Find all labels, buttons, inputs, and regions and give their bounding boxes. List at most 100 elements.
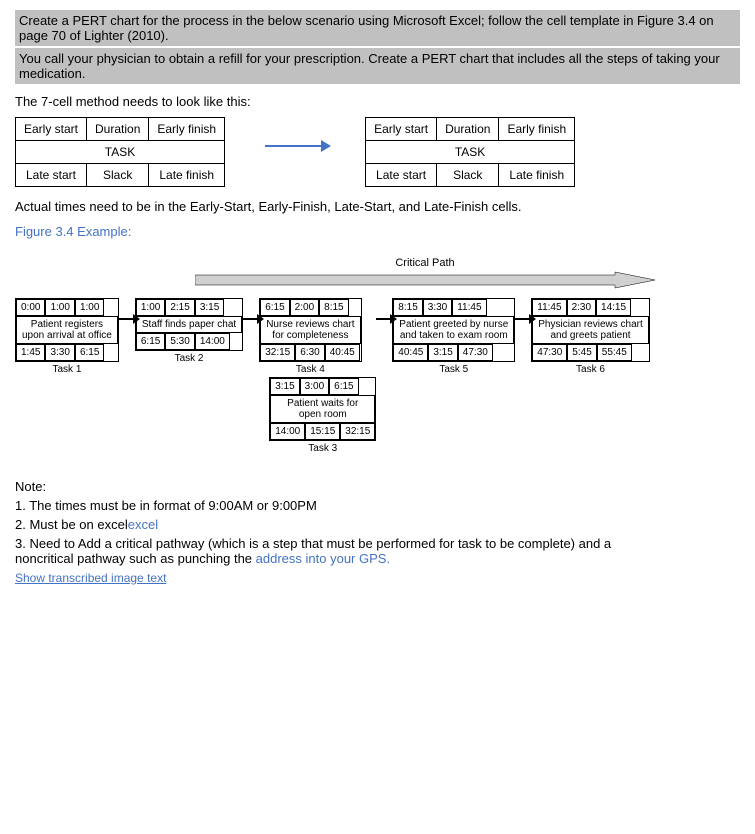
task4-ls: 32:15 bbox=[260, 344, 295, 361]
task2-es: 1:00 bbox=[136, 299, 165, 316]
show-transcribed-link[interactable]: Show transcribed image text bbox=[15, 571, 166, 585]
right-slack: Slack bbox=[437, 164, 499, 187]
right-task-label: TASK bbox=[366, 141, 575, 164]
task3-ef: 6:15 bbox=[329, 378, 358, 395]
task1-slack: 3:30 bbox=[45, 344, 74, 361]
left-early-finish: Early finish bbox=[149, 118, 225, 141]
note-1: 1. The times must be in format of 9:00AM… bbox=[15, 498, 740, 513]
task3-name: Patient waits foropen room bbox=[270, 395, 375, 423]
task2-ls: 6:15 bbox=[136, 333, 165, 350]
task2-lf: 14:00 bbox=[195, 333, 230, 350]
task6-lf: 55:45 bbox=[597, 344, 632, 361]
task3-lf: 32:15 bbox=[340, 423, 375, 440]
task1-block: 0:00 1:00 1:00 Patient registersupon arr… bbox=[15, 298, 119, 375]
critical-path-arrow-svg bbox=[195, 271, 655, 289]
task3-ls: 14:00 bbox=[270, 423, 305, 440]
arrow4 bbox=[376, 318, 392, 320]
task5-es: 8:15 bbox=[393, 299, 422, 316]
task3-slack: 15:15 bbox=[305, 423, 340, 440]
task1-dur: 1:00 bbox=[45, 299, 74, 316]
task3-branch: 3:15 3:00 6:15 Patient waits foropen roo… bbox=[269, 377, 376, 454]
right-late-finish: Late finish bbox=[499, 164, 575, 187]
left-duration: Duration bbox=[87, 118, 149, 141]
task6-ef: 14:15 bbox=[596, 299, 631, 316]
task6-block: 11:45 2:30 14:15 Physician reviews chart… bbox=[531, 298, 649, 375]
right-late-start: Late start bbox=[366, 164, 437, 187]
arrow1 bbox=[119, 318, 135, 320]
task4-task3-group: 6:15 2:00 8:15 Nurse reviews chartfor co… bbox=[259, 298, 376, 454]
figure-label: Figure 3.4 Example: bbox=[15, 224, 740, 239]
task5-ls: 40:45 bbox=[393, 344, 428, 361]
arrow-line bbox=[265, 145, 325, 147]
arrow1-line bbox=[119, 318, 135, 320]
task5-ef: 11:45 bbox=[452, 299, 486, 316]
task1-name: Patient registersupon arrival at office bbox=[16, 316, 118, 344]
pert-arrow bbox=[265, 145, 325, 147]
task4-block: 6:15 2:00 8:15 Nurse reviews chartfor co… bbox=[259, 298, 361, 375]
left-late-start: Late start bbox=[16, 164, 87, 187]
method-title: The 7-cell method needs to look like thi… bbox=[15, 94, 740, 109]
task5-slack: 3:15 bbox=[428, 344, 457, 361]
note-3: 3. Need to Add a critical pathway (which… bbox=[15, 536, 740, 566]
task6-slack: 5:45 bbox=[567, 344, 596, 361]
task2-cells: 1:00 2:15 3:15 Staff finds paper chat 6:… bbox=[135, 298, 243, 351]
right-pert-table: Early start Duration Early finish TASK L… bbox=[365, 117, 575, 187]
notes-section: Note: 1. The times must be in format of … bbox=[15, 479, 740, 585]
task5-lf: 47:30 bbox=[458, 344, 493, 361]
right-early-start: Early start bbox=[366, 118, 437, 141]
task1-cells: 0:00 1:00 1:00 Patient registersupon arr… bbox=[15, 298, 119, 362]
task5-label: Task 5 bbox=[439, 364, 468, 375]
task2-name: Staff finds paper chat bbox=[136, 316, 242, 333]
pert-template-container: Early start Duration Early finish TASK L… bbox=[15, 117, 740, 187]
task6-cells: 11:45 2:30 14:15 Physician reviews chart… bbox=[531, 298, 649, 362]
task2-block: 1:00 2:15 3:15 Staff finds paper chat 6:… bbox=[135, 298, 243, 364]
left-early-start: Early start bbox=[16, 118, 87, 141]
task5-cells: 8:15 3:30 11:45 Patient greeted by nurse… bbox=[392, 298, 515, 362]
task2-slack: 5:30 bbox=[165, 333, 194, 350]
task3-cells: 3:15 3:00 6:15 Patient waits foropen roo… bbox=[269, 377, 376, 441]
arrow2-branch bbox=[243, 318, 259, 320]
note-2: 2. Must be on excelexcel bbox=[15, 517, 740, 532]
task2-label: Task 2 bbox=[175, 353, 204, 364]
task1-label: Task 1 bbox=[52, 364, 81, 375]
right-early-finish: Early finish bbox=[499, 118, 575, 141]
instruction-line1: Create a PERT chart for the process in t… bbox=[15, 10, 740, 46]
left-pert-table: Early start Duration Early finish TASK L… bbox=[15, 117, 225, 187]
task4-ef: 8:15 bbox=[319, 299, 348, 316]
task4-label: Task 4 bbox=[296, 364, 325, 375]
right-duration: Duration bbox=[437, 118, 499, 141]
task5-block: 8:15 3:30 11:45 Patient greeted by nurse… bbox=[392, 298, 515, 375]
arrow5 bbox=[515, 318, 531, 320]
task4-lf: 40:45 bbox=[325, 344, 360, 361]
task6-label: Task 6 bbox=[576, 364, 605, 375]
critical-path-label: Critical Path bbox=[195, 257, 655, 269]
task4-cells: 6:15 2:00 8:15 Nurse reviews chartfor co… bbox=[259, 298, 361, 362]
left-late-finish: Late finish bbox=[149, 164, 225, 187]
task3-label: Task 3 bbox=[308, 443, 337, 454]
pert-chart-area: Critical Path 0:00 1:00 1:00 Patient reg… bbox=[15, 247, 740, 464]
task4-dur: 2:00 bbox=[290, 299, 319, 316]
task1-ef: 1:00 bbox=[75, 299, 104, 316]
task6-es: 11:45 bbox=[532, 299, 566, 316]
task3-dur: 3:00 bbox=[300, 378, 329, 395]
task5-name: Patient greeted by nurseand taken to exa… bbox=[393, 316, 514, 344]
task4-name: Nurse reviews chartfor completeness bbox=[260, 316, 360, 344]
task1-lf: 6:15 bbox=[75, 344, 104, 361]
task3-block: 3:15 3:00 6:15 Patient waits foropen roo… bbox=[269, 377, 376, 454]
task4-es: 6:15 bbox=[260, 299, 289, 316]
task5-dur: 3:30 bbox=[423, 299, 452, 316]
arrow2-line bbox=[243, 318, 259, 320]
arrow4-line bbox=[376, 318, 392, 320]
task6-ls: 47:30 bbox=[532, 344, 567, 361]
task2-dur: 2:15 bbox=[165, 299, 194, 316]
left-task-label: TASK bbox=[16, 141, 225, 164]
task2-ef: 3:15 bbox=[195, 299, 224, 316]
task6-name: Physician reviews chartand greets patien… bbox=[532, 316, 648, 344]
arrow5-line bbox=[515, 318, 531, 320]
instruction-line2: You call your physician to obtain a refi… bbox=[15, 48, 740, 84]
notes-title: Note: bbox=[15, 479, 740, 494]
task1-es: 0:00 bbox=[16, 299, 45, 316]
task4-slack: 6:30 bbox=[295, 344, 324, 361]
task6-dur: 2:30 bbox=[567, 299, 596, 316]
actual-times-note: Actual times need to be in the Early-Sta… bbox=[15, 199, 740, 214]
